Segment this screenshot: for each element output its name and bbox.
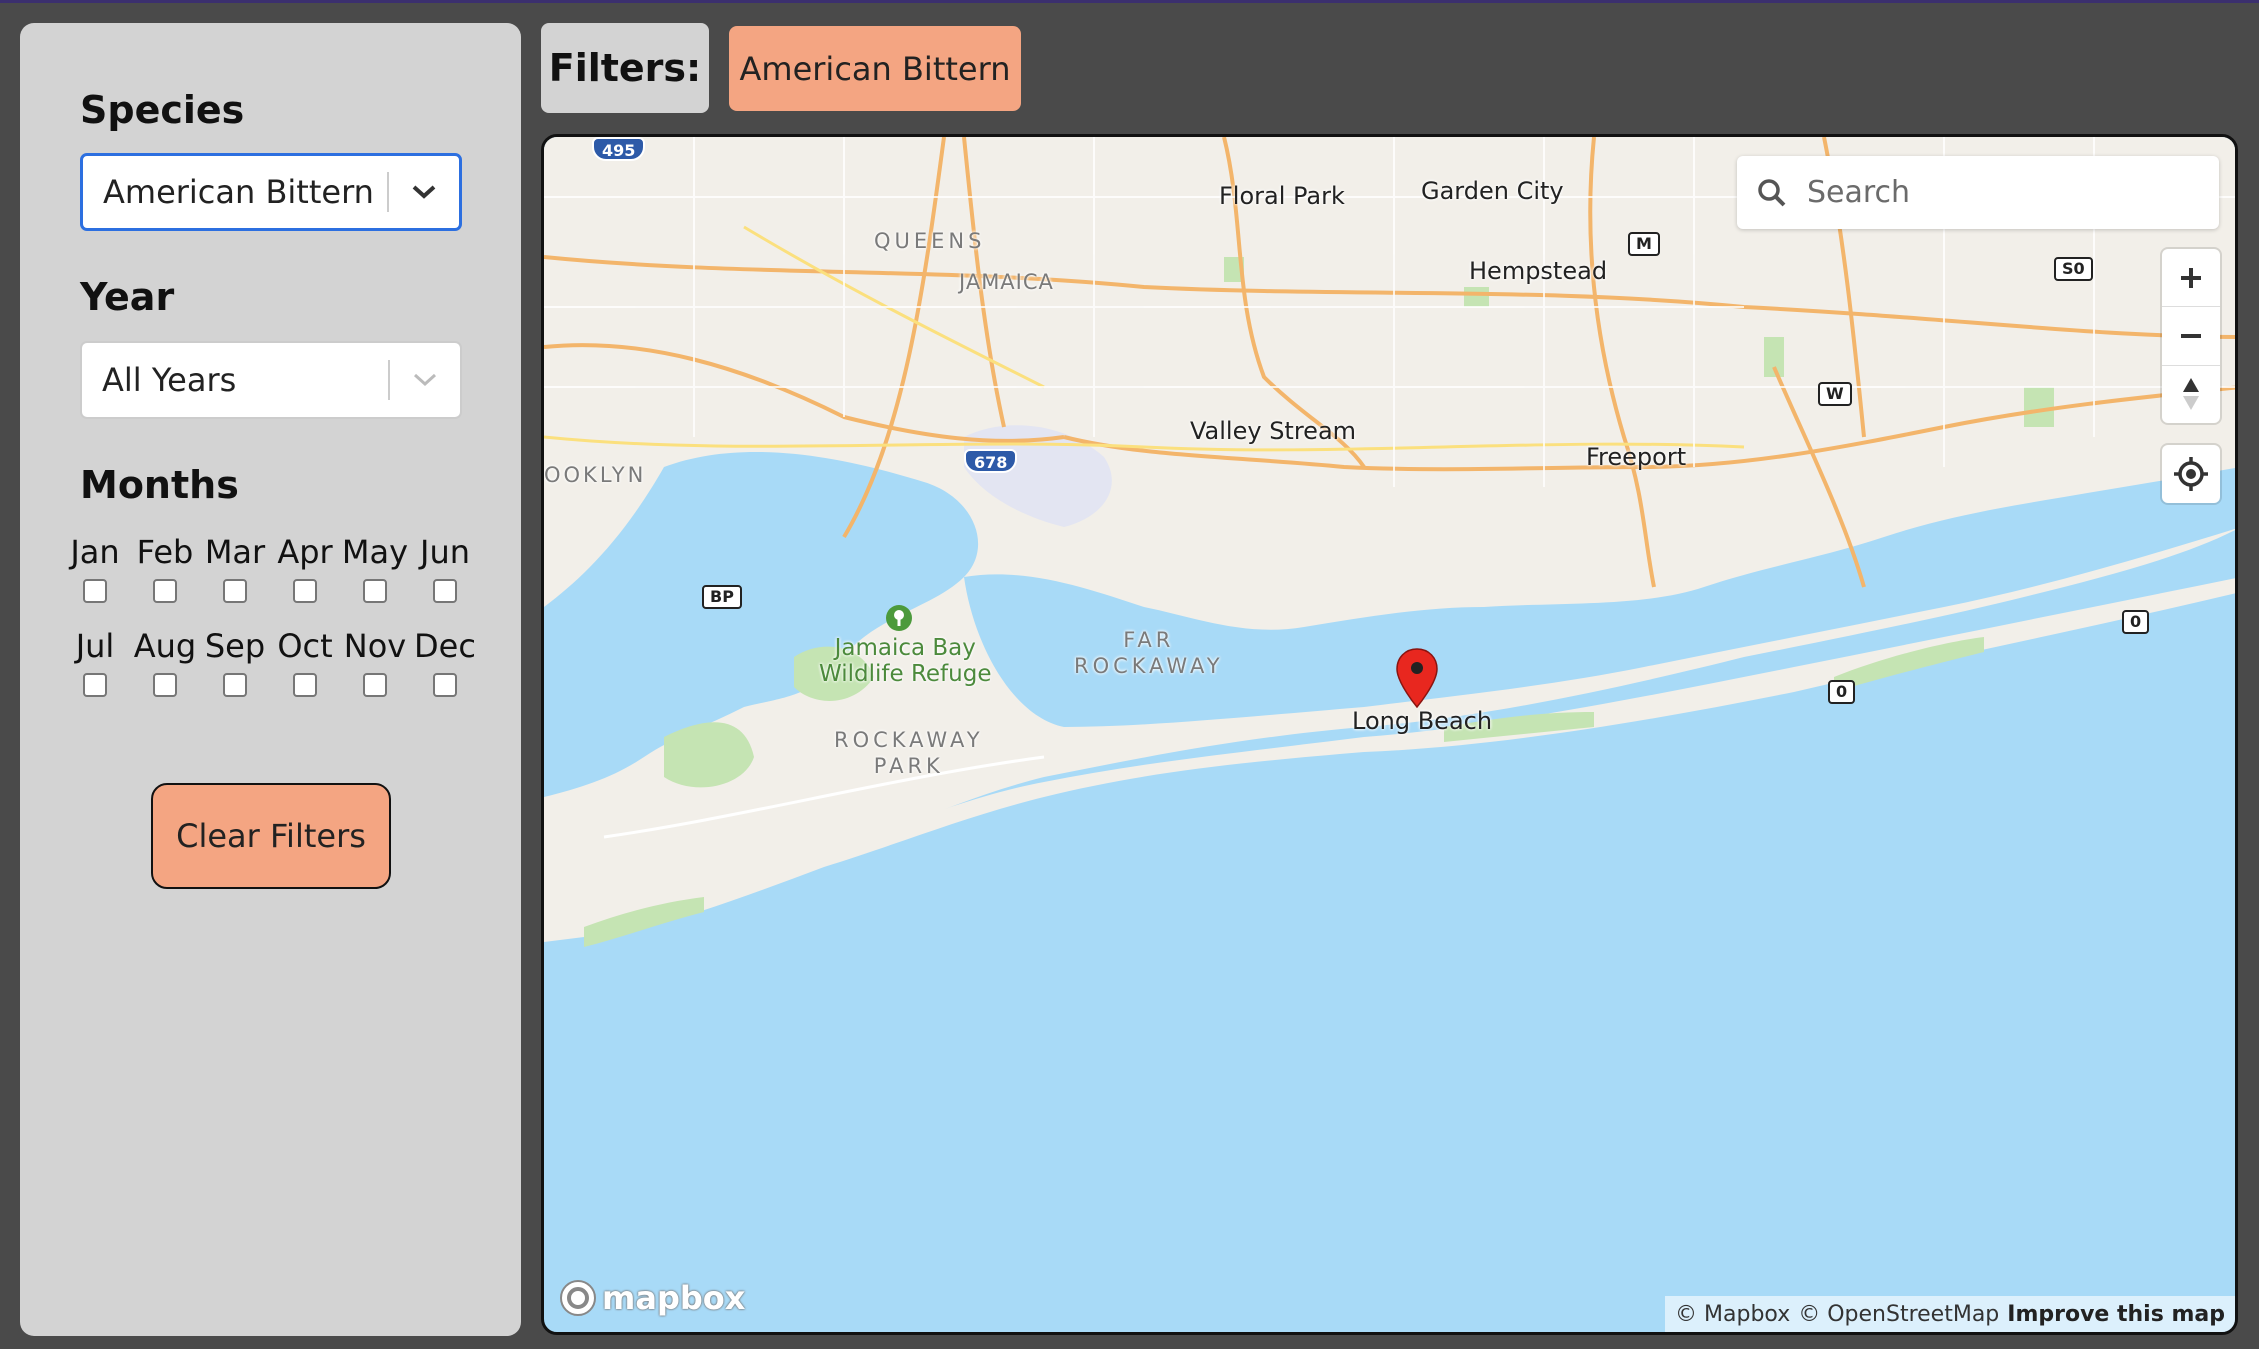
month-checkbox[interactable] — [363, 673, 387, 697]
zoom-in-button[interactable] — [2162, 249, 2220, 308]
clear-filters-button[interactable]: Clear Filters — [151, 783, 391, 889]
year-select[interactable]: All Years — [80, 341, 462, 419]
year-select-value: All Years — [102, 361, 237, 399]
zoom-out-button[interactable] — [2162, 307, 2220, 366]
month-sep[interactable]: Sep — [200, 625, 270, 697]
chevron-down-icon[interactable] — [390, 372, 460, 388]
shield-s0: S0 — [2054, 257, 2093, 281]
shield-i495: 495 — [592, 137, 646, 161]
map-navigation-controls — [2162, 249, 2220, 423]
attribution-osm-link[interactable]: © OpenStreetMap — [1798, 1302, 1999, 1327]
month-dec[interactable]: Dec — [410, 625, 480, 697]
shield-route-0: 0 — [1828, 680, 1856, 704]
place-jamaica-bay: Jamaica Bay Wildlife Refuge — [819, 635, 992, 687]
shield-m: M — [1628, 232, 1660, 256]
shield-route-0-east: 0 — [2122, 610, 2150, 634]
months-grid: Jan Feb Mar Apr May Jun Jul Aug Sep Oct … — [60, 531, 500, 719]
plus-icon — [2181, 267, 2201, 288]
place-floral-park: Floral Park — [1219, 182, 1345, 210]
place-queens: QUEENS — [874, 229, 986, 253]
map-marker-icon[interactable] — [1395, 647, 1439, 709]
month-checkbox[interactable] — [433, 579, 457, 603]
shield-w: W — [1818, 382, 1852, 406]
active-filter-chip[interactable]: American Bittern — [729, 26, 1021, 111]
place-far-rockaway: FAR ROCKAWAY — [1074, 628, 1224, 678]
month-checkbox[interactable] — [433, 673, 457, 697]
month-aug[interactable]: Aug — [130, 625, 200, 697]
park-icon — [886, 605, 912, 631]
months-row: Jul Aug Sep Oct Nov Dec — [60, 625, 500, 697]
months-title: Months — [80, 463, 239, 507]
chevron-down-icon[interactable] — [389, 184, 459, 200]
month-checkbox[interactable] — [153, 673, 177, 697]
shield-bp: BP — [702, 585, 742, 609]
month-may[interactable]: May — [340, 531, 410, 603]
month-apr[interactable]: Apr — [270, 531, 340, 603]
map-search-input[interactable] — [1807, 175, 2187, 210]
months-row: Jan Feb Mar Apr May Jun — [60, 531, 500, 603]
map-attribution: © Mapbox © OpenStreetMap Improve this ma… — [1665, 1296, 2235, 1332]
geolocate-button[interactable] — [2162, 445, 2220, 503]
place-long-beach: Long Beach — [1352, 707, 1493, 735]
month-nov[interactable]: Nov — [340, 625, 410, 697]
place-jamaica: JAMAICA — [959, 270, 1054, 294]
mapbox-logo-icon — [560, 1280, 596, 1316]
shield-i678: 678 — [964, 449, 1018, 473]
month-feb[interactable]: Feb — [130, 531, 200, 603]
month-checkbox[interactable] — [293, 579, 317, 603]
month-oct[interactable]: Oct — [270, 625, 340, 697]
mapbox-logo[interactable]: mapbox — [558, 1278, 745, 1318]
improve-map-link[interactable]: Improve this map — [2007, 1302, 2225, 1327]
filter-sidebar: Species American Bittern Year All Years … — [20, 23, 521, 1336]
species-title: Species — [80, 88, 245, 132]
place-hempstead: Hempstead — [1469, 257, 1608, 285]
place-rockaway-park: ROCKAWAY PARK — [834, 728, 984, 778]
species-select[interactable]: American Bittern — [80, 153, 462, 231]
place-freeport: Freeport — [1586, 443, 1687, 471]
month-checkbox[interactable] — [223, 673, 247, 697]
geolocate-icon — [2174, 457, 2208, 491]
month-jan[interactable]: Jan — [60, 531, 130, 603]
place-valley-stream: Valley Stream — [1190, 417, 1357, 445]
attribution-mapbox-link[interactable]: © Mapbox — [1675, 1302, 1790, 1327]
month-jul[interactable]: Jul — [60, 625, 130, 697]
month-checkbox[interactable] — [153, 579, 177, 603]
month-jun[interactable]: Jun — [410, 531, 480, 603]
map-canvas[interactable]: Floral Park Garden City Hempstead QUEENS… — [541, 134, 2238, 1335]
year-title: Year — [80, 275, 175, 319]
month-checkbox[interactable] — [83, 673, 107, 697]
month-checkbox[interactable] — [363, 579, 387, 603]
map-base-layer — [544, 137, 2235, 947]
month-checkbox[interactable] — [293, 673, 317, 697]
filters-label: Filters: — [541, 23, 709, 113]
reset-north-button[interactable] — [2162, 366, 2220, 423]
month-checkbox[interactable] — [223, 579, 247, 603]
map-search-box[interactable] — [1737, 156, 2219, 229]
month-mar[interactable]: Mar — [200, 531, 270, 603]
place-garden-city: Garden City — [1421, 177, 1564, 205]
search-icon — [1737, 178, 1807, 208]
compass-icon — [2183, 378, 2199, 411]
minus-icon — [2181, 333, 2201, 338]
month-checkbox[interactable] — [83, 579, 107, 603]
place-brooklyn: OOKLYN — [544, 463, 647, 487]
species-select-value: American Bittern — [103, 173, 374, 211]
